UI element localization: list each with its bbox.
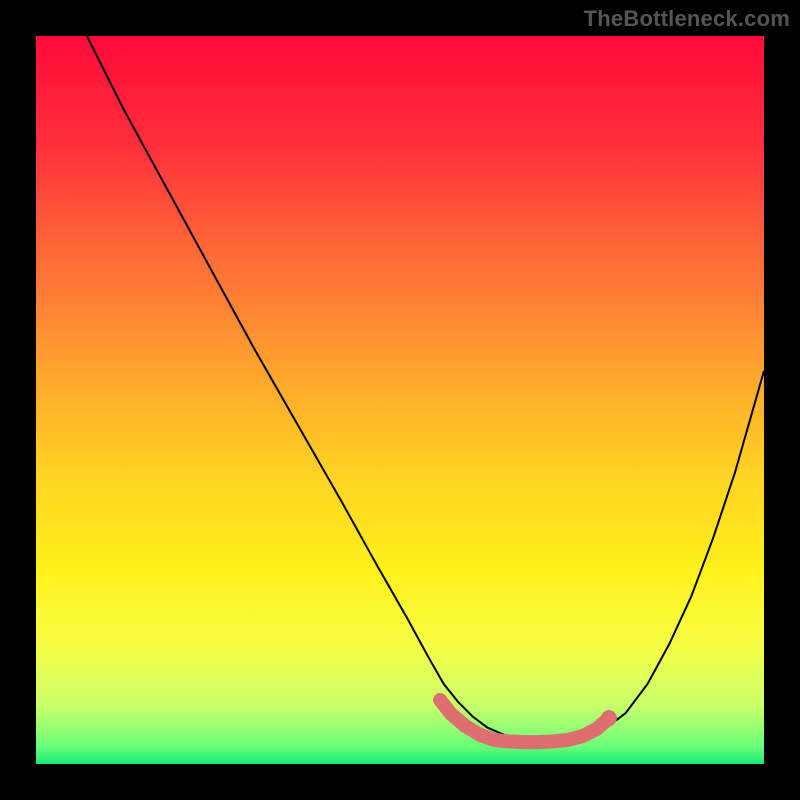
plateau-end-dot: [601, 710, 617, 726]
plot-area: [36, 36, 764, 764]
chart-frame: TheBottleneck.com: [0, 0, 800, 800]
chart-canvas: [36, 36, 764, 764]
gradient-background: [36, 36, 764, 764]
watermark-label: TheBottleneck.com: [584, 6, 790, 32]
